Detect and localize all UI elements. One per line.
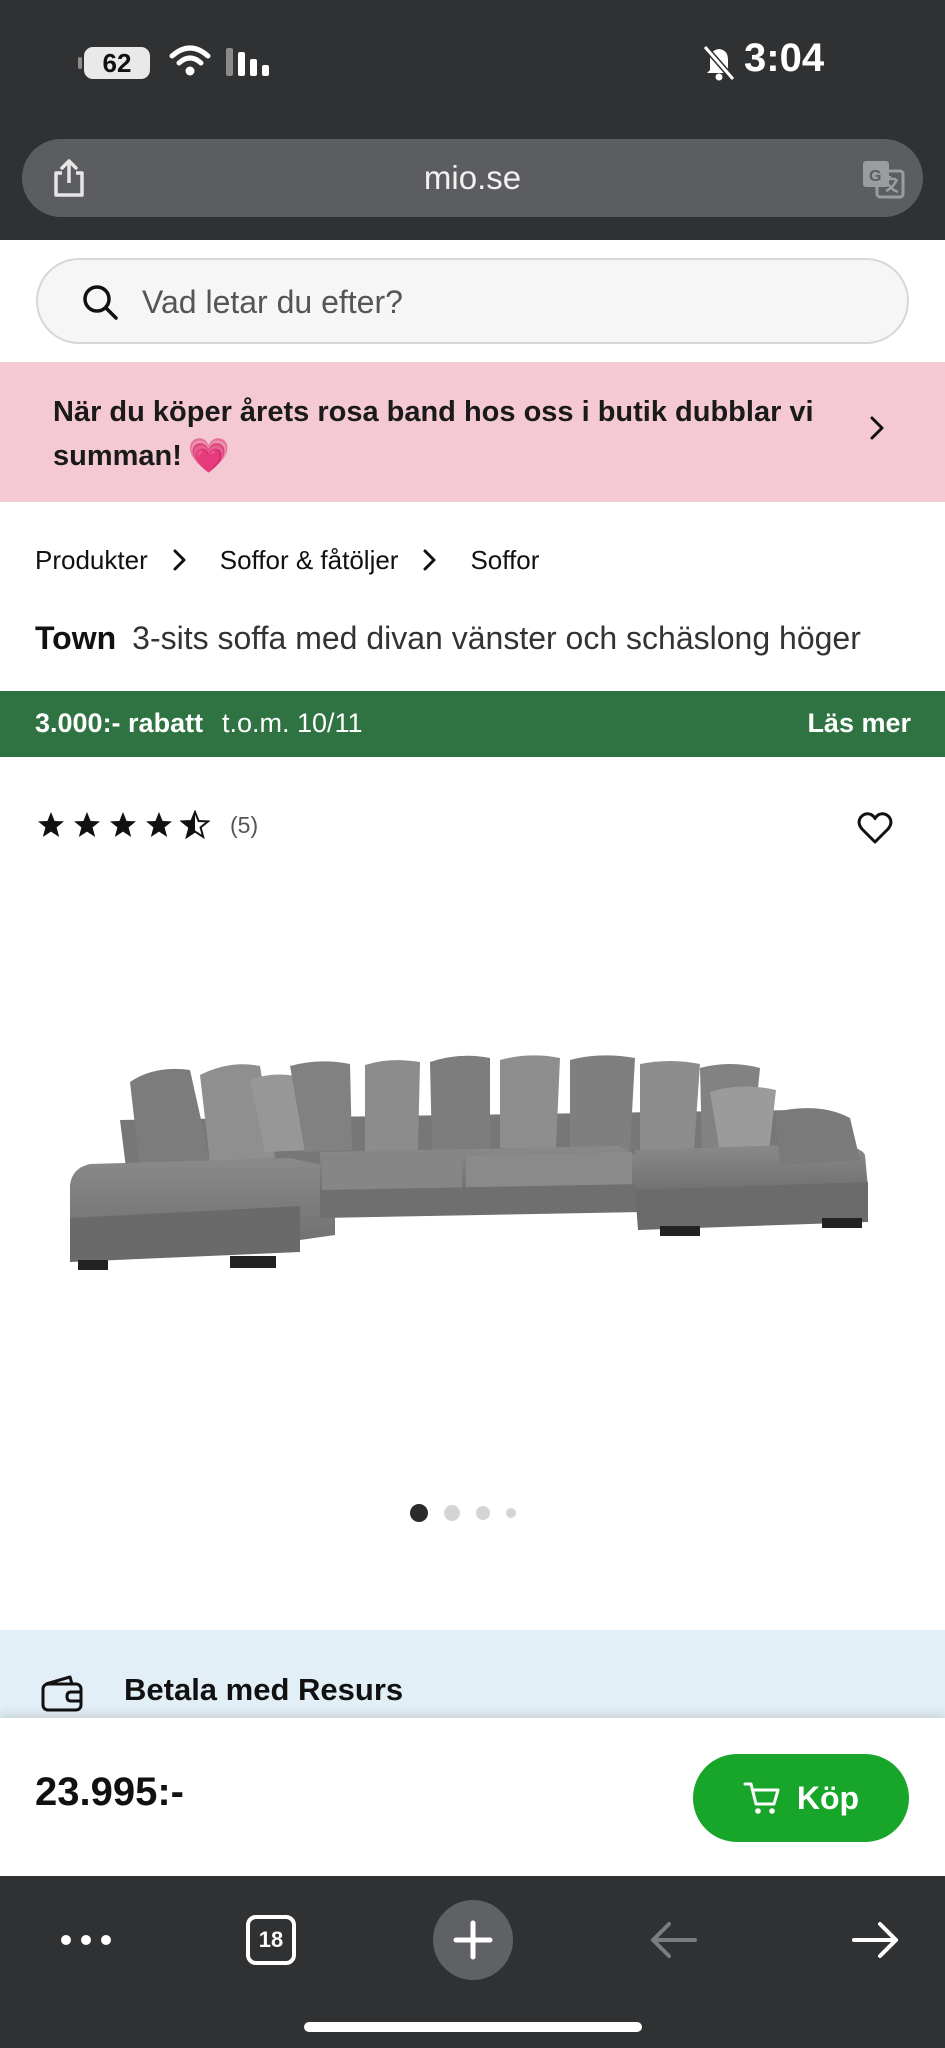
more-icon (61, 1935, 111, 1945)
carousel-dot[interactable] (476, 1506, 490, 1520)
home-indicator (304, 2022, 642, 2032)
more-button[interactable] (46, 1900, 126, 1980)
address-bar[interactable]: mio.se G (22, 139, 923, 217)
breadcrumb-produkter[interactable]: Produkter (35, 545, 148, 576)
discount-bar: 3.000:- rabatt t.o.m. 10/11 Läs mer (0, 691, 945, 757)
browser-top-chrome: 62 3:04 mio.se G (0, 0, 945, 240)
star-icon (110, 812, 136, 837)
buy-button[interactable]: Köp (693, 1754, 909, 1842)
cart-icon (743, 1782, 780, 1814)
status-time: 3:04 (744, 36, 825, 80)
back-button[interactable] (634, 1900, 714, 1980)
tabs-button[interactable]: 18 (231, 1900, 311, 1980)
star-rating (36, 810, 210, 840)
discount-date: t.o.m. 10/11 (222, 708, 363, 738)
browser-toolbar: 18 (0, 1876, 945, 2048)
product-brand: Town (35, 620, 117, 656)
arrow-right-icon (852, 1922, 898, 1958)
tabs-count: 18 (246, 1915, 296, 1965)
half-star-icon (180, 810, 210, 840)
wallet-icon (41, 1675, 83, 1712)
breadcrumb: Produkter Soffor & fåtöljer Soffor (35, 540, 539, 580)
promo-message: När du köper årets rosa band hos oss i b… (53, 396, 814, 472)
buy-bar: 23.995:- Köp (0, 1718, 945, 1876)
payment-option[interactable]: Betala med Resurs (0, 1630, 945, 1720)
url-text[interactable]: mio.se (22, 159, 923, 197)
breadcrumb-soffor-fatoljer[interactable]: Soffor & fåtöljer (220, 545, 399, 576)
image-carousel-dots (410, 1504, 516, 1522)
product-description: 3-sits soffa med divan vänster och schäs… (132, 620, 861, 656)
star-icon (74, 812, 100, 837)
carousel-dot-active[interactable] (410, 1504, 428, 1522)
heart-outline-icon[interactable] (857, 811, 893, 845)
arrow-left-icon (651, 1922, 697, 1958)
payment-label: Betala med Resurs (124, 1672, 404, 1707)
chevron-right-icon[interactable] (868, 414, 888, 442)
rating[interactable]: (5) (36, 810, 258, 840)
svg-text:G: G (869, 168, 881, 185)
chevron-right-icon (423, 549, 436, 571)
carousel-dot[interactable] (444, 1505, 460, 1521)
silent-bell-icon (702, 45, 736, 81)
breadcrumb-soffor[interactable]: Soffor (470, 545, 539, 576)
signal-icon (226, 48, 269, 76)
review-count[interactable]: (5) (230, 812, 258, 839)
battery-indicator: 62 (78, 47, 150, 79)
forward-button[interactable] (835, 1900, 915, 1980)
carousel-dot[interactable] (506, 1508, 516, 1518)
pink-heart-icon: 💗 (187, 437, 231, 475)
status-bar: 62 3:04 (0, 0, 945, 130)
search-bar[interactable] (36, 258, 909, 344)
wifi-icon (169, 45, 211, 76)
search-input[interactable] (142, 274, 842, 330)
promo-text: När du köper årets rosa band hos oss i b… (53, 390, 823, 478)
product-price: 23.995:- (35, 1770, 184, 1814)
chevron-right-icon (173, 549, 186, 571)
read-more-link[interactable]: Läs mer (807, 708, 911, 739)
product-image[interactable] (60, 1040, 890, 1310)
discount-amount: 3.000:- rabatt (35, 708, 204, 738)
plus-icon (453, 1920, 493, 1960)
star-icon (146, 812, 172, 837)
search-icon (83, 285, 118, 320)
star-icon (38, 812, 64, 837)
buy-button-label: Köp (796, 1779, 860, 1816)
product-title: Town 3-sits soffa med divan vänster och s… (35, 620, 861, 657)
new-tab-button[interactable] (433, 1900, 513, 1980)
translate-icon[interactable]: G (861, 157, 905, 201)
promo-banner[interactable]: När du köper årets rosa band hos oss i b… (0, 362, 945, 502)
